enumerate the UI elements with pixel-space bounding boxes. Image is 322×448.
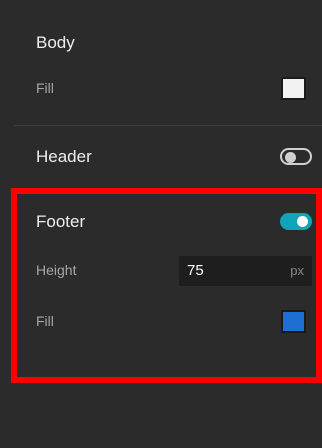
header-toggle[interactable] xyxy=(280,148,312,165)
footer-toggle[interactable] xyxy=(280,213,312,230)
body-section-title: Body xyxy=(36,33,75,52)
properties-panel: Body Fill Header Footer Height 75 px Fil… xyxy=(0,0,322,448)
footer-height-value: 75 xyxy=(187,262,204,279)
body-fill-label: Fill xyxy=(36,80,54,96)
body-fill-color-swatch[interactable] xyxy=(281,77,306,100)
footer-height-unit: px xyxy=(290,263,304,278)
footer-fill-label: Fill xyxy=(36,313,54,329)
footer-fill-color-swatch[interactable] xyxy=(281,310,306,333)
footer-height-input[interactable]: 75 px xyxy=(179,256,312,286)
toggle-knob xyxy=(297,216,308,227)
toggle-knob xyxy=(285,151,296,163)
divider xyxy=(14,125,322,126)
